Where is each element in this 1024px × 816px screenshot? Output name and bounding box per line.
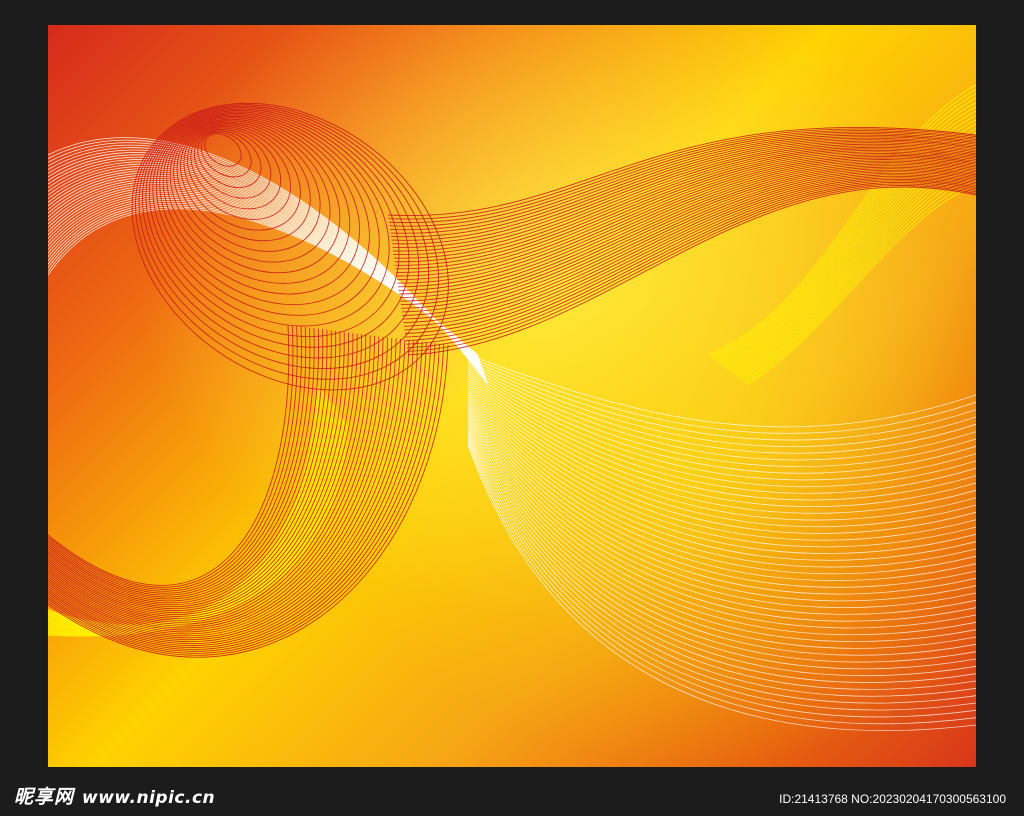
watermark-logo: 昵享网 www.nipic.cn [14, 782, 215, 809]
image-frame: 昵享网 www.nipic.cn ID:21413768 NO:202302041… [0, 0, 1024, 816]
wave-lines-svg [48, 25, 976, 767]
abstract-wave-artwork [48, 25, 976, 767]
watermark-id: ID:21413768 NO:20230204170300563100 [779, 792, 1006, 806]
watermark-url: www.nipic.cn [82, 788, 216, 808]
watermark-site-name: 昵享网 [14, 786, 75, 808]
